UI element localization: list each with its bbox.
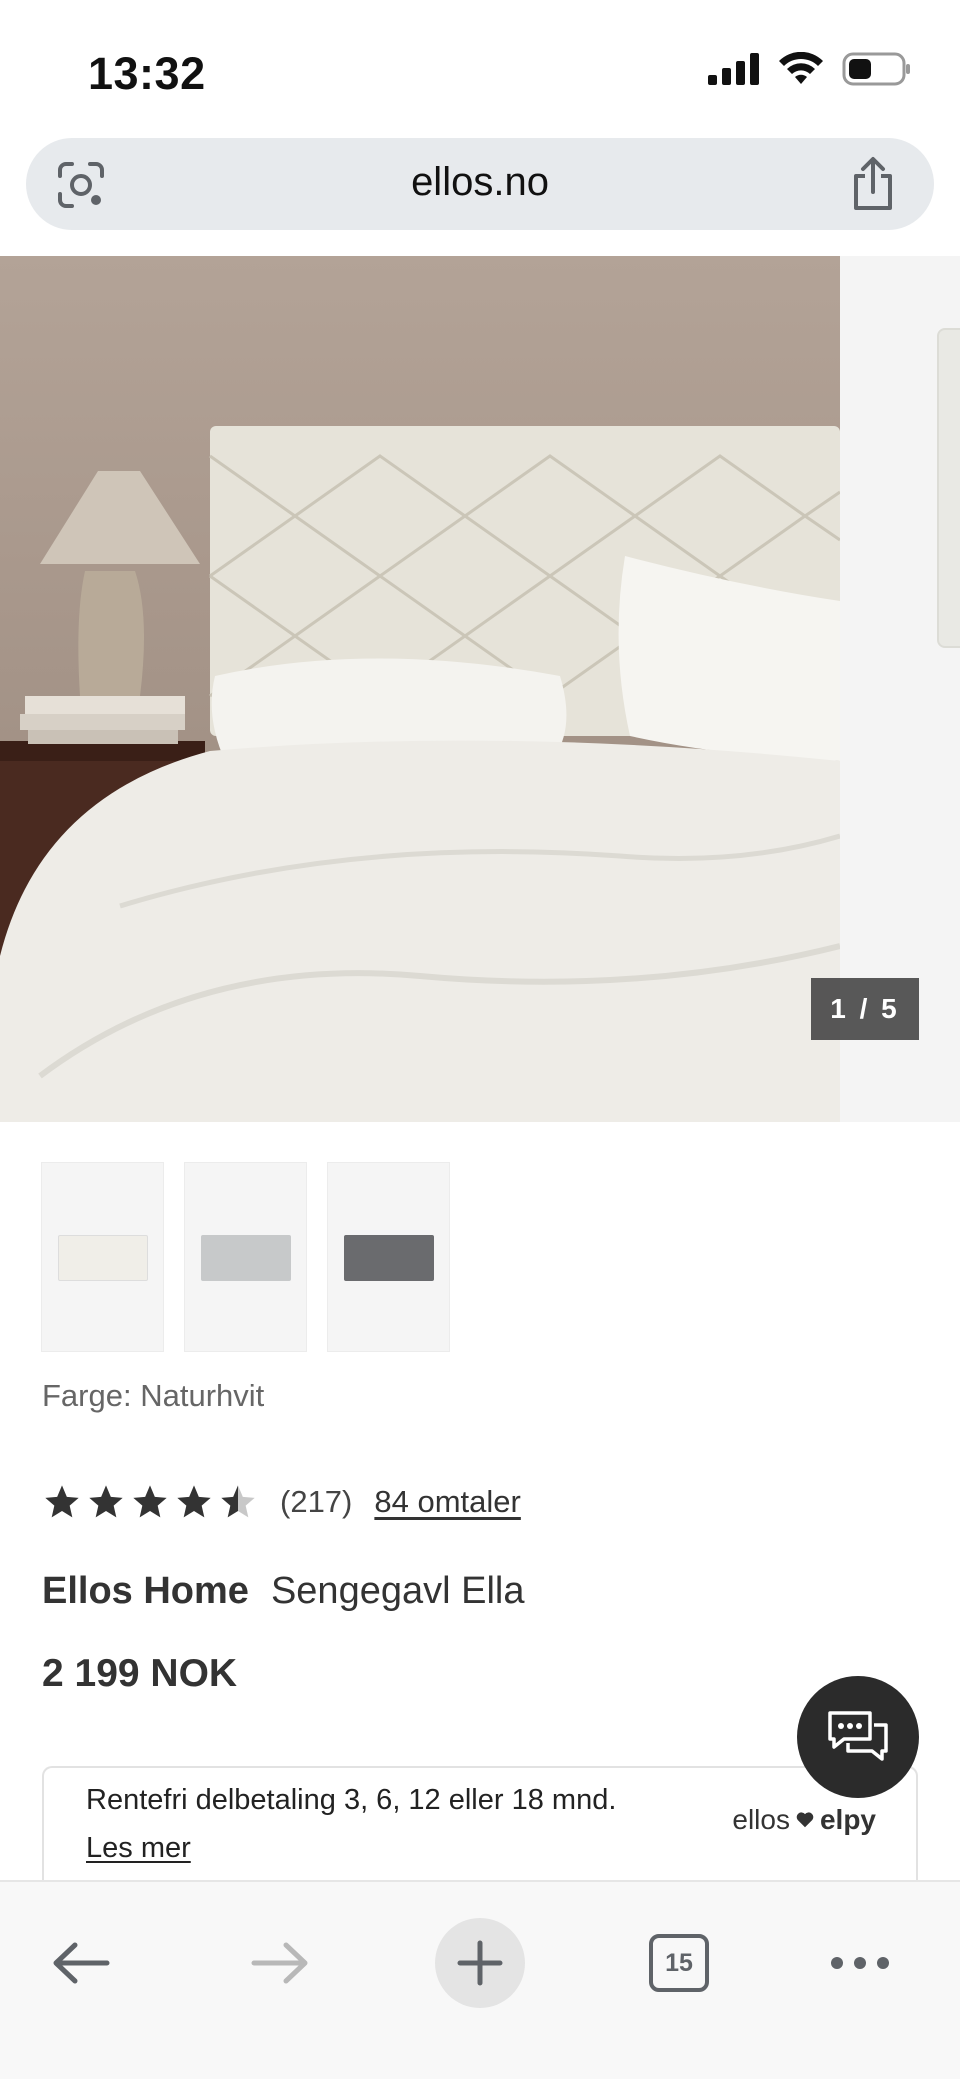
half-star-icon — [221, 1485, 255, 1518]
next-image-headboard — [937, 328, 960, 648]
ellos-elpy-logo: ellos elpy — [732, 1804, 876, 1836]
share-icon[interactable] — [848, 156, 898, 212]
variant-thumbnail-light-grey[interactable] — [184, 1162, 307, 1352]
logo-ellos: ellos — [732, 1804, 790, 1835]
tab-switcher-button[interactable]: 15 — [634, 1918, 724, 2008]
chat-button[interactable] — [797, 1676, 919, 1798]
product-brand[interactable]: Ellos Home — [42, 1570, 249, 1612]
status-time: 13:32 — [88, 48, 206, 99]
bedroom-illustration — [0, 426, 840, 1122]
tab-count: 15 — [649, 1934, 709, 1992]
product-name: Sengegavl Ella — [270, 1570, 525, 1612]
rating-count: (217) — [280, 1484, 353, 1519]
color-label: Farge: Naturhvit — [42, 1378, 265, 1413]
address-bar[interactable]: ellos.no — [26, 138, 934, 230]
url-text[interactable]: ellos.no — [26, 160, 934, 205]
reviews-link[interactable]: 84 omtaler — [374, 1484, 520, 1520]
logo-elpy: elpy — [819, 1804, 876, 1835]
variant-thumbnail-naturhvit[interactable] — [41, 1162, 164, 1352]
star-icon — [45, 1485, 79, 1518]
back-button[interactable] — [36, 1918, 126, 2008]
rating-stars — [42, 1482, 258, 1522]
star-icon — [133, 1485, 167, 1518]
chat-icon — [828, 1711, 888, 1761]
rating-row: (217) 84 omtaler — [42, 1482, 521, 1522]
signal-icon — [708, 53, 759, 85]
product-image[interactable] — [0, 256, 840, 1122]
headboard-swatch — [201, 1235, 291, 1281]
financing-text: Rentefri delbetaling 3, 6, 12 eller 18 m… — [86, 1784, 617, 1816]
more-menu-button[interactable] — [815, 1918, 905, 2008]
browser-toolbar: 15 — [0, 1880, 960, 2079]
headboard-swatch — [58, 1235, 148, 1281]
variant-thumbnail-dark-grey[interactable] — [327, 1162, 450, 1352]
forward-icon — [251, 1942, 308, 1984]
star-icon — [89, 1485, 123, 1518]
product-price: 2 199 NOK — [42, 1652, 238, 1695]
color-variants — [41, 1162, 450, 1352]
financing-read-more-link[interactable]: Les mer — [86, 1832, 191, 1865]
more-icon — [831, 1957, 889, 1969]
financing-banner: Rentefri delbetaling 3, 6, 12 eller 18 m… — [42, 1766, 918, 1882]
status-bar: 13:32 — [0, 0, 960, 140]
forward-button[interactable] — [235, 1918, 325, 2008]
plus-icon — [457, 1940, 503, 1986]
status-icons — [708, 52, 912, 86]
product-title: Ellos Home Sengegavl Ella — [42, 1570, 524, 1613]
product-gallery[interactable]: 1 / 5 — [0, 256, 960, 1122]
new-tab-button[interactable] — [435, 1918, 525, 2008]
battery-icon — [842, 52, 910, 86]
image-counter: 1 / 5 — [811, 978, 919, 1040]
back-icon — [53, 1942, 110, 1984]
headboard-swatch — [344, 1235, 434, 1281]
heart-icon — [796, 1812, 814, 1828]
star-icon — [177, 1485, 211, 1518]
wifi-icon — [779, 52, 823, 84]
